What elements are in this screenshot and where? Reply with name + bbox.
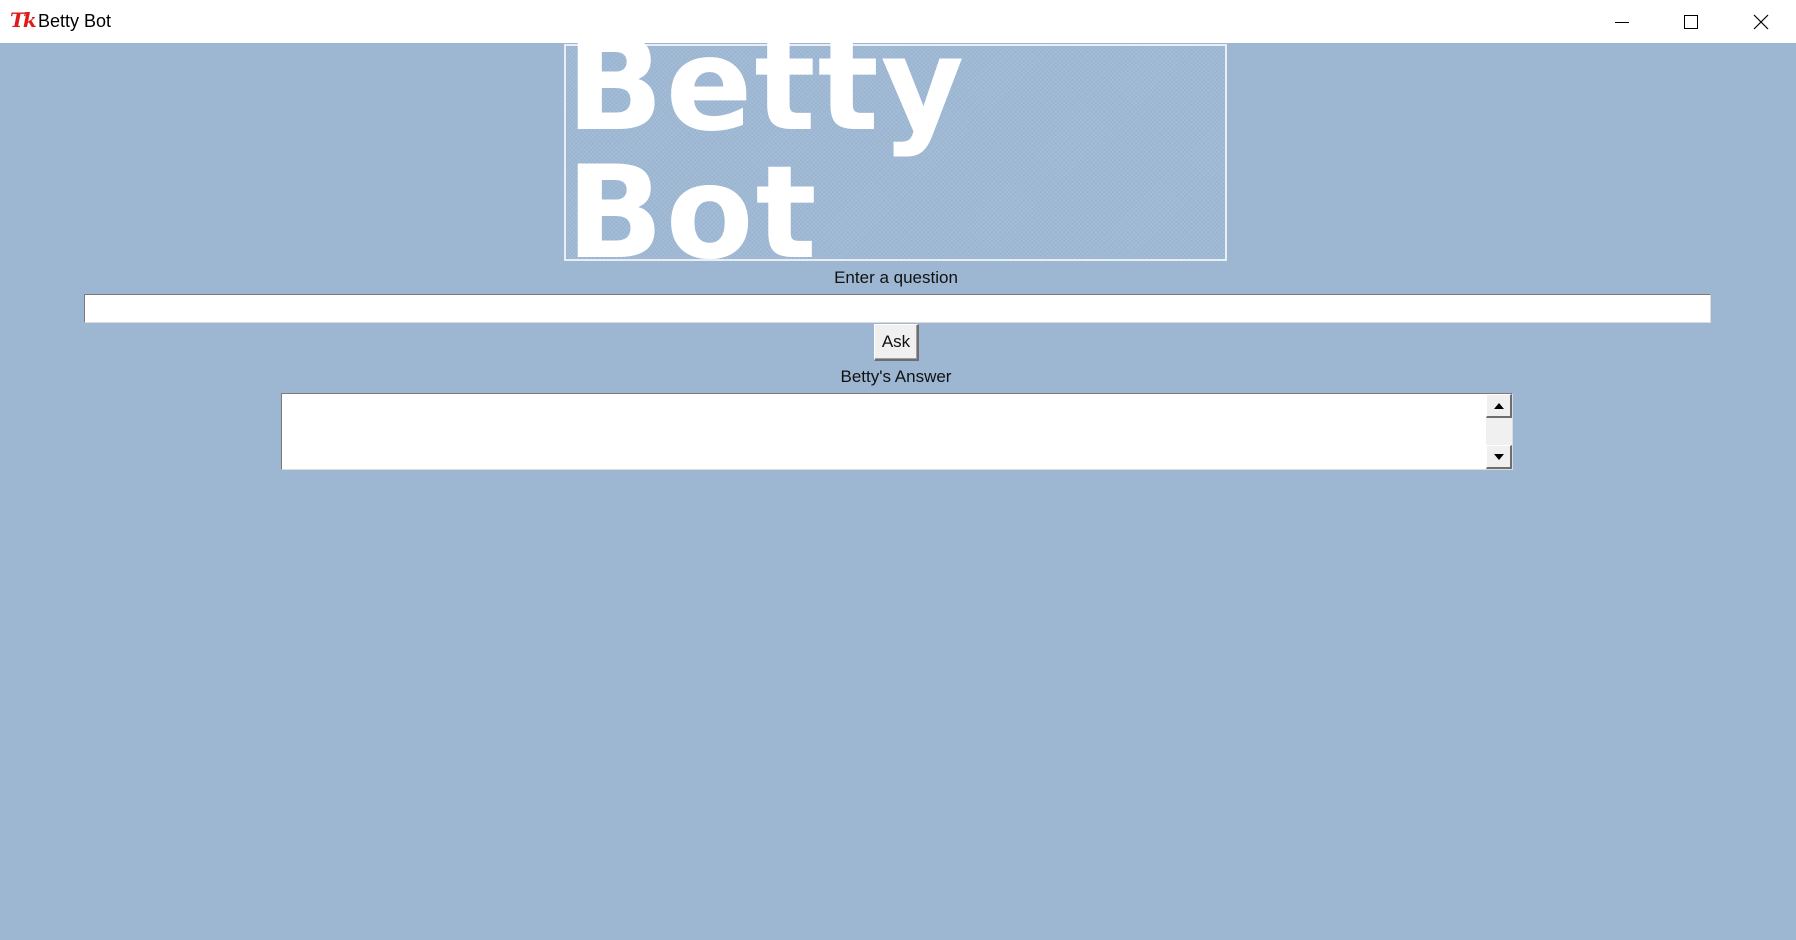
arrow-down-icon [1493, 453, 1504, 460]
arrow-up-icon [1493, 402, 1504, 409]
question-input[interactable] [84, 294, 1711, 323]
banner-title: Betty Bot [566, 10, 967, 288]
close-icon [1753, 14, 1769, 29]
scroll-down-button[interactable] [1486, 445, 1512, 469]
scroll-up-button[interactable] [1486, 394, 1512, 418]
answer-label: Betty's Answer [840, 367, 952, 386]
window-title: Betty Bot [38, 11, 112, 31]
question-label: Enter a question [834, 268, 958, 287]
answer-text[interactable] [284, 396, 1487, 467]
betty-bot-banner-image: Betty Bot [564, 21, 1227, 277]
scroll-track[interactable] [1486, 418, 1512, 445]
tk-feather-icon: Tk [10, 8, 37, 32]
minimize-icon [1615, 21, 1629, 23]
maximize-button[interactable] [1656, 0, 1726, 43]
ask-button[interactable]: Ask [874, 324, 919, 361]
app-window: Tk Betty Bot Betty Bot Enter a question … [0, 0, 1796, 940]
maximize-icon [1684, 14, 1698, 29]
answer-scrollbar[interactable] [1486, 394, 1512, 469]
close-button[interactable] [1726, 0, 1796, 43]
minimize-button[interactable] [1587, 0, 1657, 43]
answer-textbox[interactable] [281, 393, 1513, 470]
